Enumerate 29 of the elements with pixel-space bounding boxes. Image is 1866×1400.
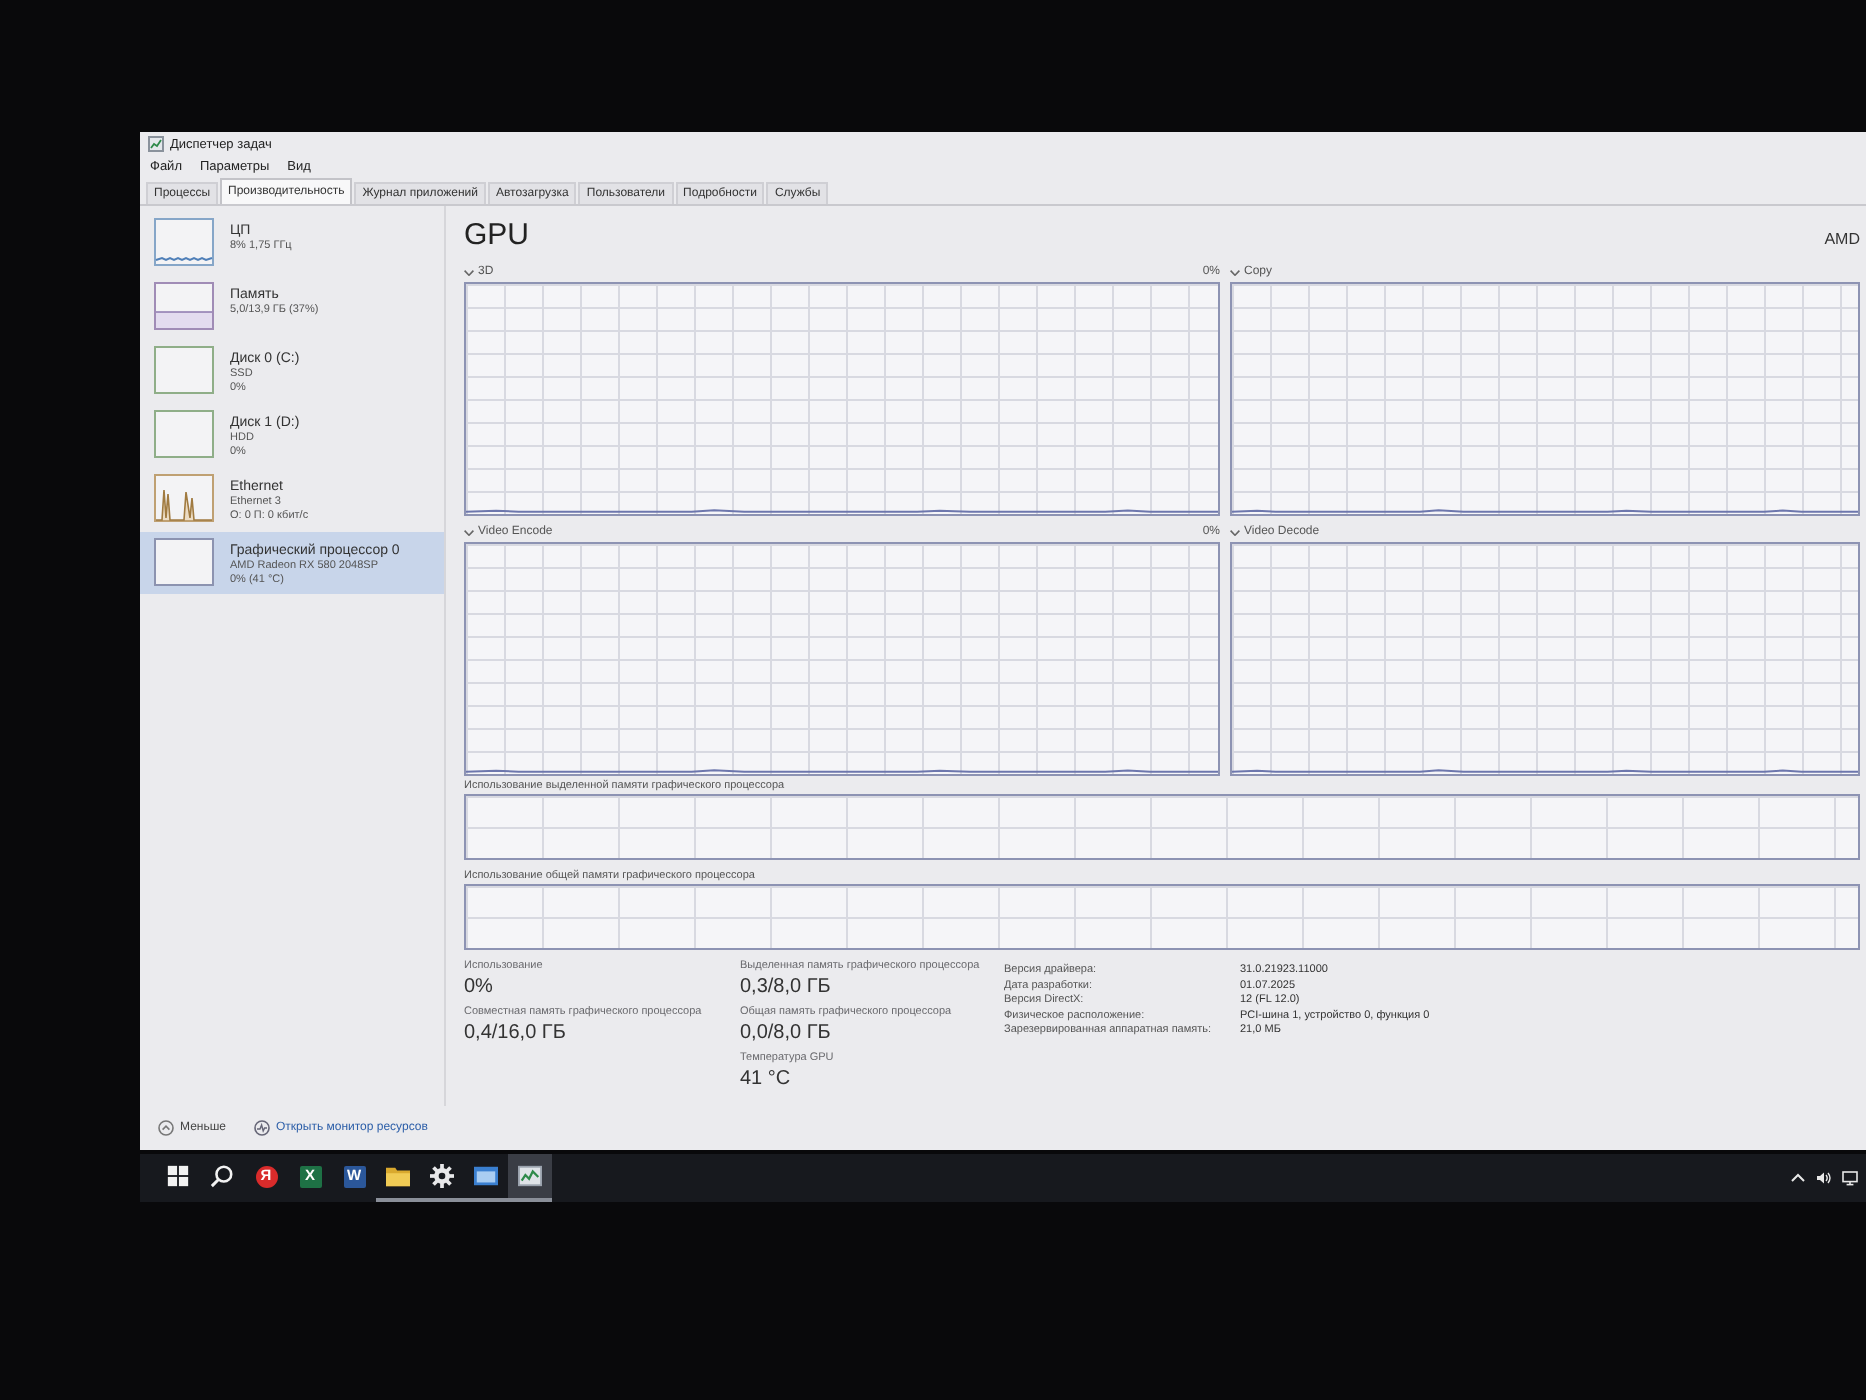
usage-thumbnail <box>154 346 214 394</box>
usage-thumbnail <box>154 474 214 522</box>
speaker-icon[interactable] <box>1816 1170 1832 1186</box>
chevron-up-icon[interactable] <box>1790 1170 1806 1186</box>
chevron-down-icon[interactable] <box>1230 529 1240 535</box>
pulse-circle-icon <box>254 1120 270 1136</box>
chart-window-icon <box>518 1164 542 1188</box>
gpu-model: AMD <box>1824 230 1860 248</box>
taskbar-button[interactable] <box>508 1154 552 1202</box>
usage-thumbnail <box>154 282 214 330</box>
chevron-down-icon[interactable] <box>464 529 474 535</box>
monitor-icon[interactable] <box>1842 1170 1858 1186</box>
folder-icon <box>386 1164 410 1188</box>
chevron-down-icon[interactable] <box>1230 269 1240 275</box>
stat-value: 0,3/8,0 ГБ <box>740 974 833 1000</box>
chevron-down-icon[interactable] <box>464 269 474 275</box>
usage-thumbnail <box>154 410 214 458</box>
start-icon <box>166 1164 190 1188</box>
gear-icon <box>430 1164 454 1188</box>
chevron-up-circle-icon <box>158 1120 174 1136</box>
usage-thumbnail <box>154 538 214 586</box>
search-icon <box>210 1164 234 1188</box>
usage-thumbnail <box>154 218 214 266</box>
stat-value: 41 °C <box>740 1066 793 1092</box>
page-title: GPU <box>464 218 530 252</box>
stat-value: 0% <box>464 974 495 1000</box>
window-icon <box>474 1164 498 1188</box>
stat-value: 0,4/16,0 ГБ <box>464 1020 568 1046</box>
stat-value: 0,0/8,0 ГБ <box>740 1020 833 1046</box>
